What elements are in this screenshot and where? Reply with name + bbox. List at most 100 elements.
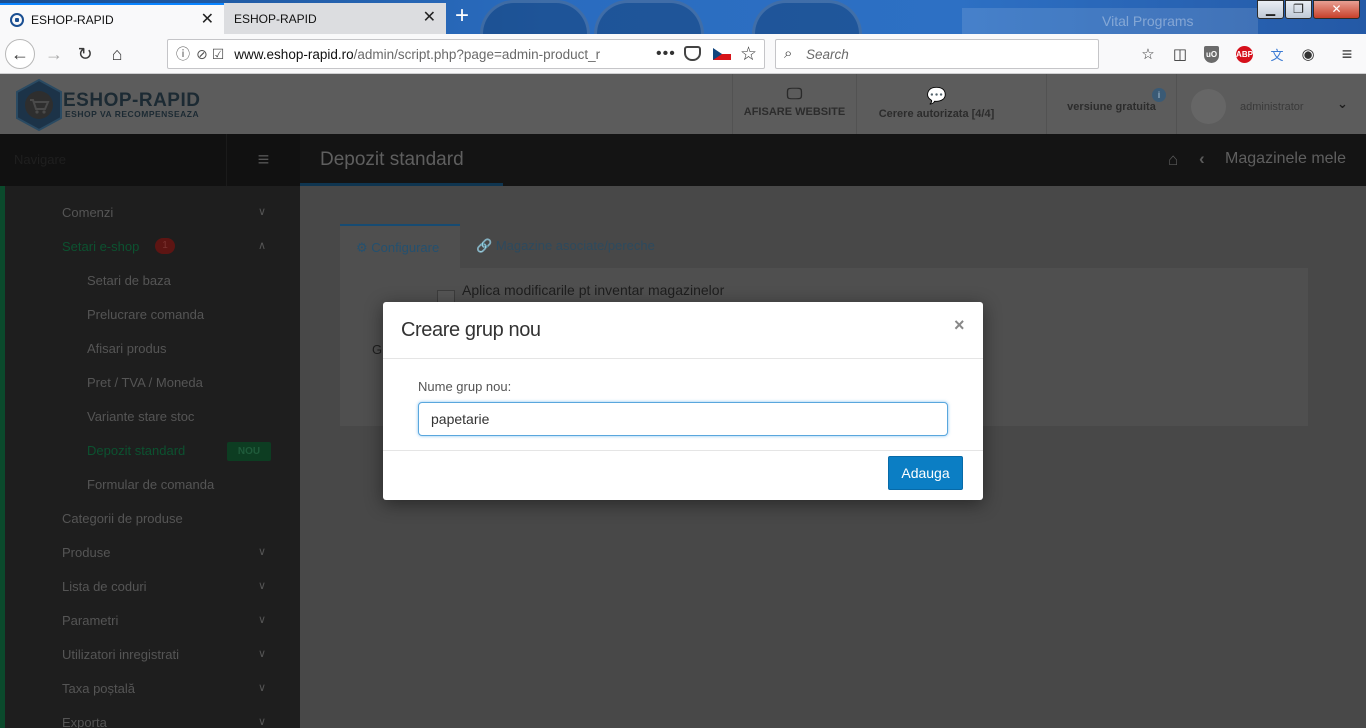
background-decoration bbox=[594, 0, 704, 34]
home-icon[interactable]: ⌂ bbox=[1168, 150, 1178, 170]
avatar[interactable] bbox=[1191, 89, 1226, 124]
tracking-protection-icon[interactable]: ⊘ bbox=[196, 46, 208, 63]
sidebar-subitem-depozit-standard[interactable]: Depozit standard NOU bbox=[0, 434, 300, 468]
background-decoration bbox=[752, 0, 862, 34]
sidebar-item-label: Utilizatori inregistrati bbox=[62, 647, 180, 662]
close-icon[interactable]: × bbox=[954, 315, 965, 336]
bookmarks-menu-icon[interactable]: ☆ bbox=[1136, 42, 1160, 66]
tab-label: Configurare bbox=[371, 240, 440, 255]
authorized-request-button[interactable]: 💬 Cerere autorizata [4/4] bbox=[856, 74, 1016, 134]
reload-icon[interactable]: ↻ bbox=[71, 40, 99, 68]
sidebar-item-label: Exporta bbox=[62, 715, 107, 728]
account-icon[interactable]: ◉ bbox=[1296, 42, 1320, 66]
bookmark-star-icon[interactable]: ☆ bbox=[740, 43, 757, 66]
tab-magazine-asociate[interactable]: 🔗 Magazine asociate/pereche bbox=[460, 224, 674, 268]
sidebar-item-label: Setari de baza bbox=[87, 273, 171, 288]
site-favicon-icon bbox=[10, 12, 24, 27]
page-actions-more-icon[interactable]: ••• bbox=[656, 45, 676, 63]
back-arrow-icon[interactable]: ← bbox=[5, 39, 35, 69]
view-website-button[interactable]: 🖵 AFISARE WEBSITE bbox=[732, 74, 856, 134]
close-tab-icon[interactable]: ✕ bbox=[201, 12, 214, 28]
chevron-down-icon: ∨ bbox=[258, 648, 267, 660]
background-decoration bbox=[480, 0, 590, 34]
translate-icon[interactable]: 文 bbox=[1265, 42, 1289, 66]
view-website-label: AFISARE WEBSITE bbox=[743, 106, 846, 118]
browser-toolbar: ← → ↻ ⌂ ⓘ ⊘ ☑ www.eshop-rapid.ro/admin/s… bbox=[0, 34, 1366, 74]
sidebar-subitem-afisari-produs[interactable]: Afisari produs bbox=[0, 332, 300, 366]
info-icon[interactable]: i bbox=[1152, 88, 1166, 102]
close-window-icon[interactable]: ✕ bbox=[1313, 0, 1360, 19]
user-name: administrator bbox=[1240, 101, 1304, 113]
address-bar[interactable]: ⓘ ⊘ ☑ www.eshop-rapid.ro/admin/script.ph… bbox=[167, 39, 765, 69]
breadcrumb[interactable]: Magazinele mele bbox=[1225, 150, 1346, 168]
group-name-input[interactable] bbox=[418, 402, 948, 436]
sidebar-item-parametri[interactable]: Parametri ∨ bbox=[0, 604, 300, 638]
restore-window-icon[interactable]: ❐ bbox=[1285, 0, 1312, 19]
gears-icon: ⚙ bbox=[356, 240, 368, 255]
tab-configurare[interactable]: ⚙ Configurare bbox=[340, 224, 460, 268]
sidebar-item-label: Formular de comanda bbox=[87, 477, 215, 492]
create-group-modal: Creare grup nou × Nume grup nou: Adauga bbox=[383, 302, 983, 500]
search-icon: ⌕ bbox=[784, 45, 793, 62]
adblock-plus-icon[interactable]: ABP bbox=[1236, 46, 1253, 63]
sidebar-toggle-hamburger-icon[interactable]: ≡ bbox=[226, 134, 300, 186]
new-tab-plus-icon[interactable]: + bbox=[455, 4, 469, 28]
chevron-down-icon: ∨ bbox=[258, 580, 267, 592]
home-icon[interactable]: ⌂ bbox=[103, 40, 131, 68]
apply-inventory-label: Aplica modificarile pt inventar magazine… bbox=[462, 282, 725, 298]
sidebar-toggle-icon[interactable]: ◫ bbox=[1168, 42, 1192, 66]
ublock-icon[interactable]: uO bbox=[1204, 46, 1219, 63]
hamburger-menu-icon[interactable]: ≡ bbox=[1335, 42, 1359, 66]
notification-badge: 1 bbox=[155, 238, 175, 254]
url-domain: www.eshop-rapid.ro bbox=[234, 46, 354, 62]
chevron-up-icon: ∧ bbox=[258, 240, 267, 252]
permissions-icon[interactable]: ☑ bbox=[212, 46, 225, 63]
sidebar-subitem-variante-stare-stoc[interactable]: Variante stare stoc bbox=[0, 400, 300, 434]
sidebar-subitem-pret-tva-moneda[interactable]: Pret / TVA / Moneda bbox=[0, 366, 300, 400]
eshop-logo-icon[interactable] bbox=[14, 78, 64, 132]
sidebar-item-lista-de-coduri[interactable]: Lista de coduri ∨ bbox=[0, 570, 300, 604]
browser-tab-inactive[interactable]: ESHOP-RAPID ✕ bbox=[224, 3, 446, 34]
url-path: /admin/script.php?page=admin-product_r bbox=[353, 46, 601, 62]
search-input[interactable]: ⌕ Search bbox=[775, 39, 1099, 69]
chevron-left-icon: ‹ bbox=[1199, 149, 1205, 168]
group-name-label: Nume grup nou: bbox=[418, 379, 512, 394]
site-info-icon[interactable]: ⓘ bbox=[176, 44, 190, 64]
new-badge: NOU bbox=[227, 442, 271, 461]
sidebar-item-categorii-de-produse[interactable]: Categorii de produse bbox=[0, 502, 300, 536]
sidebar-item-setari-eshop[interactable]: Setari e-shop 1 ∧ bbox=[0, 230, 300, 264]
sidebar-subitem-prelucrare-comanda[interactable]: Prelucrare comanda bbox=[0, 298, 300, 332]
modal-body: Nume grup nou: bbox=[383, 359, 983, 450]
sidebar-item-taxa-postala[interactable]: Taxa poștală ∨ bbox=[0, 672, 300, 706]
tab-title: ESHOP-RAPID bbox=[31, 12, 114, 27]
chevron-down-icon: ∨ bbox=[258, 206, 267, 218]
sidebar-item-comenzi[interactable]: Comenzi ∨ bbox=[0, 196, 300, 230]
sidebar-item-label: Pret / TVA / Moneda bbox=[87, 375, 203, 390]
add-button[interactable]: Adauga bbox=[888, 456, 963, 490]
forward-arrow-icon[interactable]: → bbox=[40, 40, 68, 68]
authorized-request-label: Cerere autorizata [4/4] bbox=[878, 108, 995, 120]
sidebar-subitem-formular-de-comanda[interactable]: Formular de comanda bbox=[0, 468, 300, 502]
version-indicator[interactable]: versiune gratuita bbox=[1046, 74, 1176, 134]
czech-flag-icon[interactable] bbox=[713, 48, 731, 60]
minimize-window-icon[interactable]: ▁ bbox=[1257, 0, 1284, 19]
browser-tab-active[interactable]: ESHOP-RAPID ✕ bbox=[0, 3, 224, 34]
sidebar-subitem-setari-de-baza[interactable]: Setari de baza bbox=[0, 264, 300, 298]
tab-label: Magazine asociate/pereche bbox=[495, 238, 655, 253]
sidebar-item-exporta[interactable]: Exporta ∨ bbox=[0, 706, 300, 728]
sidebar-item-produse[interactable]: Produse ∨ bbox=[0, 536, 300, 570]
chevron-down-icon: ∨ bbox=[258, 546, 267, 558]
page-title: Depozit standard bbox=[320, 149, 464, 170]
modal-title: Creare grup nou bbox=[401, 319, 541, 341]
close-tab-icon[interactable]: ✕ bbox=[423, 10, 436, 26]
sidebar: Comenzi ∨ Setari e-shop 1 ∧ Setari de ba… bbox=[0, 186, 300, 728]
monitor-icon: 🖵 bbox=[786, 86, 803, 103]
chevron-down-icon[interactable]: ⌄ bbox=[1337, 96, 1348, 112]
sidebar-item-label: Prelucrare comanda bbox=[87, 307, 205, 322]
sidebar-item-utilizatori-inregistrati[interactable]: Utilizatori inregistrati ∨ bbox=[0, 638, 300, 672]
pocket-icon[interactable] bbox=[684, 46, 701, 61]
sidebar-nav-label: Navigare bbox=[14, 152, 67, 167]
background-banner: Vital Programs bbox=[962, 8, 1258, 34]
window-controls: ▁ ❐ ✕ bbox=[1256, 0, 1360, 19]
sidebar-item-label: Comenzi bbox=[62, 205, 114, 220]
